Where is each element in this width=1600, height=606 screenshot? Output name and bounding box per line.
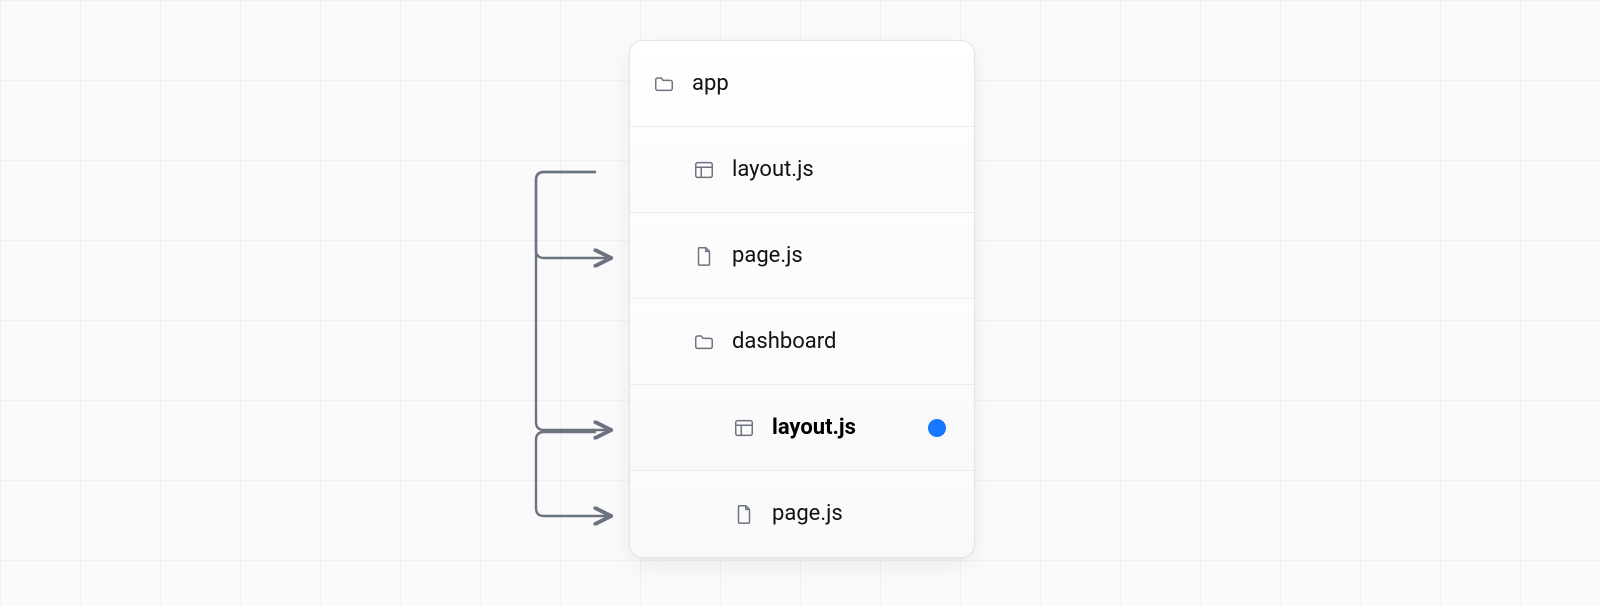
tree-item-dashboard-page[interactable]: page.js bbox=[630, 471, 974, 557]
file-icon bbox=[692, 244, 716, 268]
tree-item-label: layout.js bbox=[732, 159, 814, 181]
tree-root-label: app bbox=[692, 73, 729, 95]
tree-item-label: dashboard bbox=[732, 331, 836, 353]
diagram-stage: app layout.js page.js dashboard layout.j bbox=[0, 0, 1600, 606]
layout-icon bbox=[692, 158, 716, 182]
tree-item-layout[interactable]: layout.js bbox=[630, 127, 974, 213]
tree-item-dashboard-layout[interactable]: layout.js bbox=[630, 385, 974, 471]
tree-item-dashboard[interactable]: dashboard bbox=[630, 299, 974, 385]
tree-item-label: layout.js bbox=[772, 417, 856, 439]
file-icon bbox=[732, 502, 756, 526]
file-tree-panel: app layout.js page.js dashboard layout.j bbox=[629, 40, 975, 558]
folder-icon bbox=[692, 330, 716, 354]
tree-item-label: page.js bbox=[732, 245, 803, 267]
tree-item-page[interactable]: page.js bbox=[630, 213, 974, 299]
tree-root[interactable]: app bbox=[630, 41, 974, 127]
active-marker-dot bbox=[928, 419, 946, 437]
tree-item-label: page.js bbox=[772, 503, 843, 525]
folder-icon bbox=[652, 72, 676, 96]
layout-icon bbox=[732, 416, 756, 440]
